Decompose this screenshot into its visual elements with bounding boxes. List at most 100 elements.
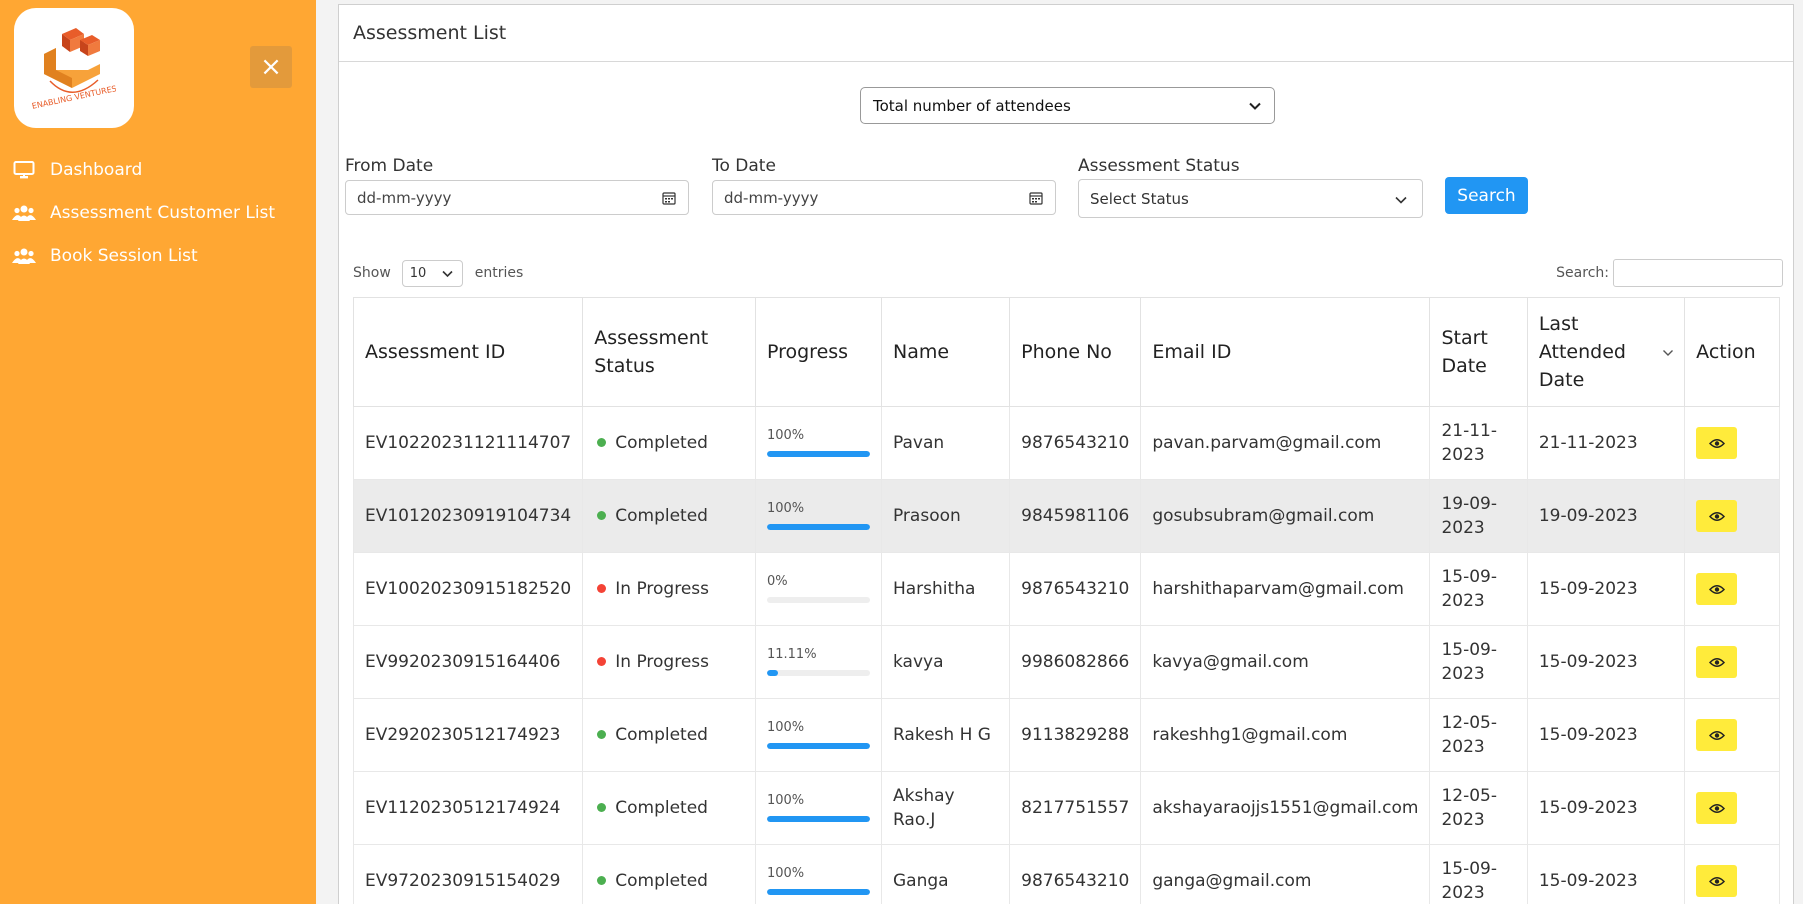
cell-assessment-id: EV10020230915182520 — [352, 552, 584, 626]
enabling-ventures-logo-icon: ENABLING VENTURES — [32, 28, 116, 110]
column-header-assessment-status[interactable]: Assessment Status — [582, 297, 756, 407]
start-date-value: 15-09-2023 — [1441, 859, 1497, 903]
logo[interactable]: ENABLING VENTURES — [14, 8, 134, 128]
view-button[interactable] — [1696, 719, 1738, 751]
cell-action — [1684, 844, 1780, 904]
cell-start-date: 15-09-2023 — [1429, 625, 1528, 699]
status-dot-icon — [597, 438, 607, 447]
sidebar-item-dashboard[interactable]: Dashboard — [12, 148, 275, 191]
cell-start-date: 15-09-2023 — [1429, 844, 1528, 904]
page-length-control: Show 10 entries — [353, 259, 523, 287]
view-button[interactable] — [1696, 427, 1738, 459]
start-date-value: 15-09-2023 — [1441, 640, 1497, 684]
assessment-id-value: EV10020230915182520 — [365, 579, 572, 599]
assessment-id-value: EV10220231121114707 — [365, 433, 572, 453]
progress-bar-fill — [766, 451, 870, 457]
column-header-label: Phone No — [1021, 341, 1112, 363]
view-button[interactable] — [1696, 792, 1738, 824]
progress-bar-fill — [766, 670, 779, 676]
close-sidebar-button[interactable]: × — [250, 46, 292, 88]
cell-start-date: 15-09-2023 — [1429, 552, 1528, 626]
app-root: ENABLING VENTURES × Dashboard Assessment… — [0, 0, 1803, 904]
view-button[interactable] — [1696, 865, 1738, 897]
report-type-select[interactable]: Total number of attendees — [860, 87, 1275, 124]
from-date-input[interactable]: dd-mm-yyyy — [345, 180, 689, 215]
status-dot-icon — [597, 584, 607, 593]
progress-bar-fill — [766, 889, 870, 895]
email-value: kavya@gmail.com — [1152, 652, 1309, 672]
assessment-id-value: EV10120230919104734 — [365, 506, 572, 526]
column-header-name[interactable]: Name — [880, 297, 1011, 407]
column-header-start-date[interactable]: Start Date — [1429, 297, 1528, 407]
page-length-select[interactable]: 10 — [401, 259, 463, 287]
cell-start-date: 19-09-2023 — [1429, 479, 1528, 553]
search-button[interactable]: Search — [1445, 177, 1528, 214]
column-header-label: Progress — [766, 341, 849, 363]
column-header-last-attended-date[interactable]: Last Attended Date — [1526, 297, 1686, 407]
search-button-label: Search — [1457, 185, 1516, 206]
phone-value: 9876543210 — [1021, 433, 1130, 453]
progress-label: 0% — [766, 574, 788, 589]
cell-name: Ganga — [880, 844, 1011, 904]
cell-action — [1684, 698, 1780, 772]
cell-name: Rakesh H G — [880, 698, 1011, 772]
name-value: Harshitha — [892, 579, 976, 599]
cell-progress: 100% — [754, 406, 882, 480]
cell-phone: 9876543210 — [1009, 844, 1142, 904]
sort-desc-icon[interactable] — [1662, 348, 1674, 358]
view-button[interactable] — [1696, 573, 1738, 605]
eye-icon — [1708, 730, 1725, 740]
cell-progress: 100% — [754, 479, 882, 553]
cell-phone: 9845981106 — [1009, 479, 1142, 553]
cell-last-attended-date: 15-09-2023 — [1526, 771, 1686, 845]
cell-assessment-status: Completed — [582, 406, 756, 480]
cell-phone: 9876543210 — [1009, 406, 1142, 480]
view-button[interactable] — [1696, 646, 1738, 678]
table-search-input[interactable] — [1613, 259, 1783, 287]
calendar-icon[interactable] — [1029, 191, 1043, 205]
phone-value: 9876543210 — [1021, 579, 1130, 599]
column-header-progress[interactable]: Progress — [754, 297, 882, 407]
chevron-down-icon — [1249, 102, 1261, 110]
sidebar-item-assessment-customer-list[interactable]: Assessment Customer List — [12, 191, 275, 234]
eye-icon — [1708, 876, 1725, 886]
cell-last-attended-date: 15-09-2023 — [1526, 698, 1686, 772]
column-header-label: Email ID — [1152, 341, 1232, 363]
calendar-icon[interactable] — [662, 191, 676, 205]
assessment-id-value: EV2920230512174923 — [365, 725, 561, 745]
column-header-label: Last Attended Date — [1538, 313, 1626, 391]
sidebar-item-book-session-list[interactable]: Book Session List — [12, 234, 275, 277]
eye-icon — [1708, 657, 1725, 667]
cell-progress: 100% — [754, 844, 882, 904]
column-header-phone-no[interactable]: Phone No — [1009, 297, 1142, 407]
column-header-email-id[interactable]: Email ID — [1140, 297, 1431, 407]
cell-last-attended-date: 15-09-2023 — [1526, 552, 1686, 626]
cell-email: pavan.parvam@gmail.com — [1140, 406, 1431, 480]
cell-assessment-status: Completed — [582, 844, 756, 904]
panel-header: Assessment List — [339, 5, 1793, 62]
column-header-assessment-id[interactable]: Assessment ID — [352, 297, 584, 407]
progress-label: 100% — [766, 866, 805, 881]
cell-start-date: 12-05-2023 — [1429, 698, 1528, 772]
view-button[interactable] — [1696, 500, 1738, 532]
table-search-label: Search: — [1556, 265, 1609, 281]
report-type-value: Total number of attendees — [873, 96, 1071, 115]
progress-label: 100% — [766, 793, 805, 808]
column-header-label: Start Date — [1441, 327, 1488, 377]
from-date-label: From Date — [345, 156, 434, 176]
column-header-label: Name — [892, 341, 950, 363]
to-date-input[interactable]: dd-mm-yyyy — [712, 180, 1056, 215]
cell-name: Akshay Rao.J — [880, 771, 1011, 845]
progress-bar — [766, 451, 870, 457]
last-attended-date-value: 15-09-2023 — [1538, 652, 1638, 672]
chevron-down-icon — [1395, 196, 1407, 204]
assessment-status-select[interactable]: Select Status — [1078, 179, 1423, 218]
chevron-down-icon — [442, 270, 453, 277]
start-date-value: 19-09-2023 — [1441, 494, 1497, 538]
start-date-value: 12-05-2023 — [1441, 713, 1497, 757]
page-title: Assessment List — [353, 22, 507, 44]
sidebar: ENABLING VENTURES × Dashboard Assessment… — [0, 0, 316, 904]
cell-email: harshithaparvam@gmail.com — [1140, 552, 1431, 626]
progress-bar — [766, 597, 870, 603]
progress-bar — [766, 670, 870, 676]
